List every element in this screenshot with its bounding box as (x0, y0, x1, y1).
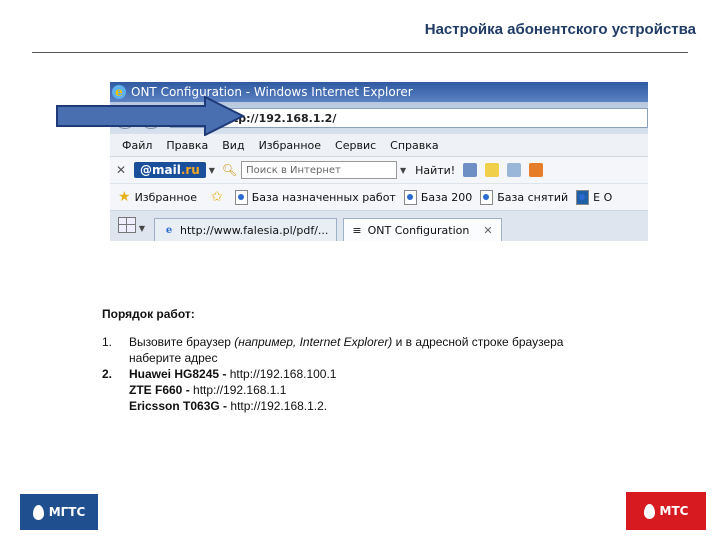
mailru-prefix: @mail (140, 163, 181, 177)
close-tab-icon[interactable]: ✕ (483, 224, 492, 237)
page-tools-icon[interactable] (507, 163, 522, 177)
menu-help[interactable]: Справка (390, 139, 438, 152)
tab-label: http://www.falesia.pl/pdf/... (180, 223, 329, 237)
fav-item[interactable]: База снятий (480, 189, 569, 205)
device-line: Ericsson T063G - http://192.168.1.2. (102, 398, 662, 414)
device-name: Huawei HG8245 (129, 367, 220, 381)
pointer-arrow (56, 96, 245, 136)
menu-view[interactable]: Вид (222, 139, 244, 152)
instructions: Порядок работ: 1. Вызовите браузер (напр… (102, 306, 662, 414)
favorites-star-icon[interactable]: ★ (118, 189, 131, 205)
page-icon: ≡ (352, 223, 362, 237)
device-sep: - (219, 367, 230, 381)
device-name: Ericsson T063G (129, 399, 220, 413)
search-input[interactable]: Поиск в Интернет (241, 161, 398, 179)
find-button[interactable]: Найти! (415, 164, 455, 177)
slide-title: Настройка абонентского устройства (424, 21, 696, 38)
search-icon: 🔍︎ (221, 163, 238, 177)
device-sep: - (182, 383, 194, 397)
device-url: http://192.168.100.1 (229, 367, 337, 381)
step-number: 1. (102, 335, 113, 349)
step-number: 2. (102, 367, 113, 381)
fav-item[interactable]: База назначенных работ (234, 189, 396, 205)
quick-tabs-icon[interactable] (118, 217, 136, 233)
mgts-logo-text: МГТС (48, 505, 86, 519)
search-dropdown-icon[interactable]: ▼ (397, 166, 409, 175)
fav-item[interactable]: База 200 (403, 189, 473, 205)
address-text: tp://192.168.1.2/ (233, 111, 337, 125)
device-line: Huawei HG8245 - http://192.168.100.1 (129, 366, 336, 382)
menu-file[interactable]: Файл (122, 139, 152, 152)
device-sep: - (219, 399, 231, 413)
tab-list-icon[interactable]: ▼ (136, 224, 148, 233)
mailru-toolbar: ✕ @mail.ru ▼ 🔍︎ Поиск в Интернет ▼ Найти… (110, 156, 648, 183)
mgts-logo: МГТС (20, 494, 98, 530)
page-icon (234, 189, 248, 205)
device-url: http://192.168.1.1 (193, 383, 287, 397)
highlight-icon[interactable] (485, 163, 500, 177)
step-2: 2. Huawei HG8245 - http://192.168.100.1 (102, 366, 662, 382)
close-toolbar-icon[interactable]: ✕ (112, 163, 130, 177)
instructions-heading: Порядок работ: (102, 307, 195, 321)
search-placeholder: Поиск в Интернет (246, 164, 341, 176)
add-favorite-icon[interactable]: ✩ (211, 189, 223, 205)
step-text-part: и в адресной строке браузера (392, 335, 564, 349)
step-1: 1. Вызовите браузер (например, Internet … (102, 334, 662, 350)
step-text-example: (например, Internet Explorer) (234, 335, 393, 349)
fav-label: База снятий (497, 190, 569, 204)
step-text-part: Вызовите браузер (129, 335, 235, 349)
menu-bar: Файл Правка Вид Избранное Сервис Справка (110, 134, 648, 156)
tab-label: ONT Configuration (367, 223, 470, 237)
font-icon[interactable] (463, 163, 478, 177)
favorites-bar: ★ Избранное ✩ База назначенных работ Баз… (110, 183, 648, 210)
tab-bar: ▼ e http://www.falesia.pl/pdf/... ≡ ONT … (110, 210, 648, 241)
fav-label: База 200 (420, 190, 473, 204)
device-url: http://192.168.1.2. (230, 399, 328, 413)
mailru-logo[interactable]: @mail.ru (134, 162, 206, 178)
ie-tab-icon: e (165, 224, 173, 236)
egg-icon (32, 504, 44, 520)
mts-logo: МТС (626, 492, 706, 530)
mailru-suffix: .ru (180, 163, 200, 177)
tab-falesia[interactable]: e http://www.falesia.pl/pdf/... (154, 218, 338, 241)
menu-tools[interactable]: Сервис (335, 139, 376, 152)
page-icon (480, 189, 494, 205)
page-icon (403, 189, 417, 205)
page-icon (576, 189, 590, 205)
egg-icon (643, 503, 655, 519)
mail-icon[interactable] (529, 163, 544, 177)
step-text: Вызовите браузер (например, Internet Exp… (129, 334, 563, 350)
device-name: ZTE F660 (129, 383, 183, 397)
tab-ont-configuration[interactable]: ≡ ONT Configuration ✕ (343, 218, 502, 241)
chevron-down-icon[interactable]: ▼ (206, 166, 218, 175)
device-line: ZTE F660 - http://192.168.1.1 (102, 382, 662, 398)
menu-favorites[interactable]: Избранное (259, 139, 321, 152)
fav-label: База назначенных работ (251, 190, 396, 204)
favorites-label[interactable]: Избранное (135, 191, 197, 204)
fav-label: Е О (593, 190, 613, 204)
fav-item[interactable]: Е О (576, 189, 613, 205)
mts-logo-text: МТС (659, 504, 689, 518)
step-text-continuation: наберите адрес (129, 351, 218, 365)
menu-edit[interactable]: Правка (166, 139, 208, 152)
title-divider (32, 52, 688, 53)
